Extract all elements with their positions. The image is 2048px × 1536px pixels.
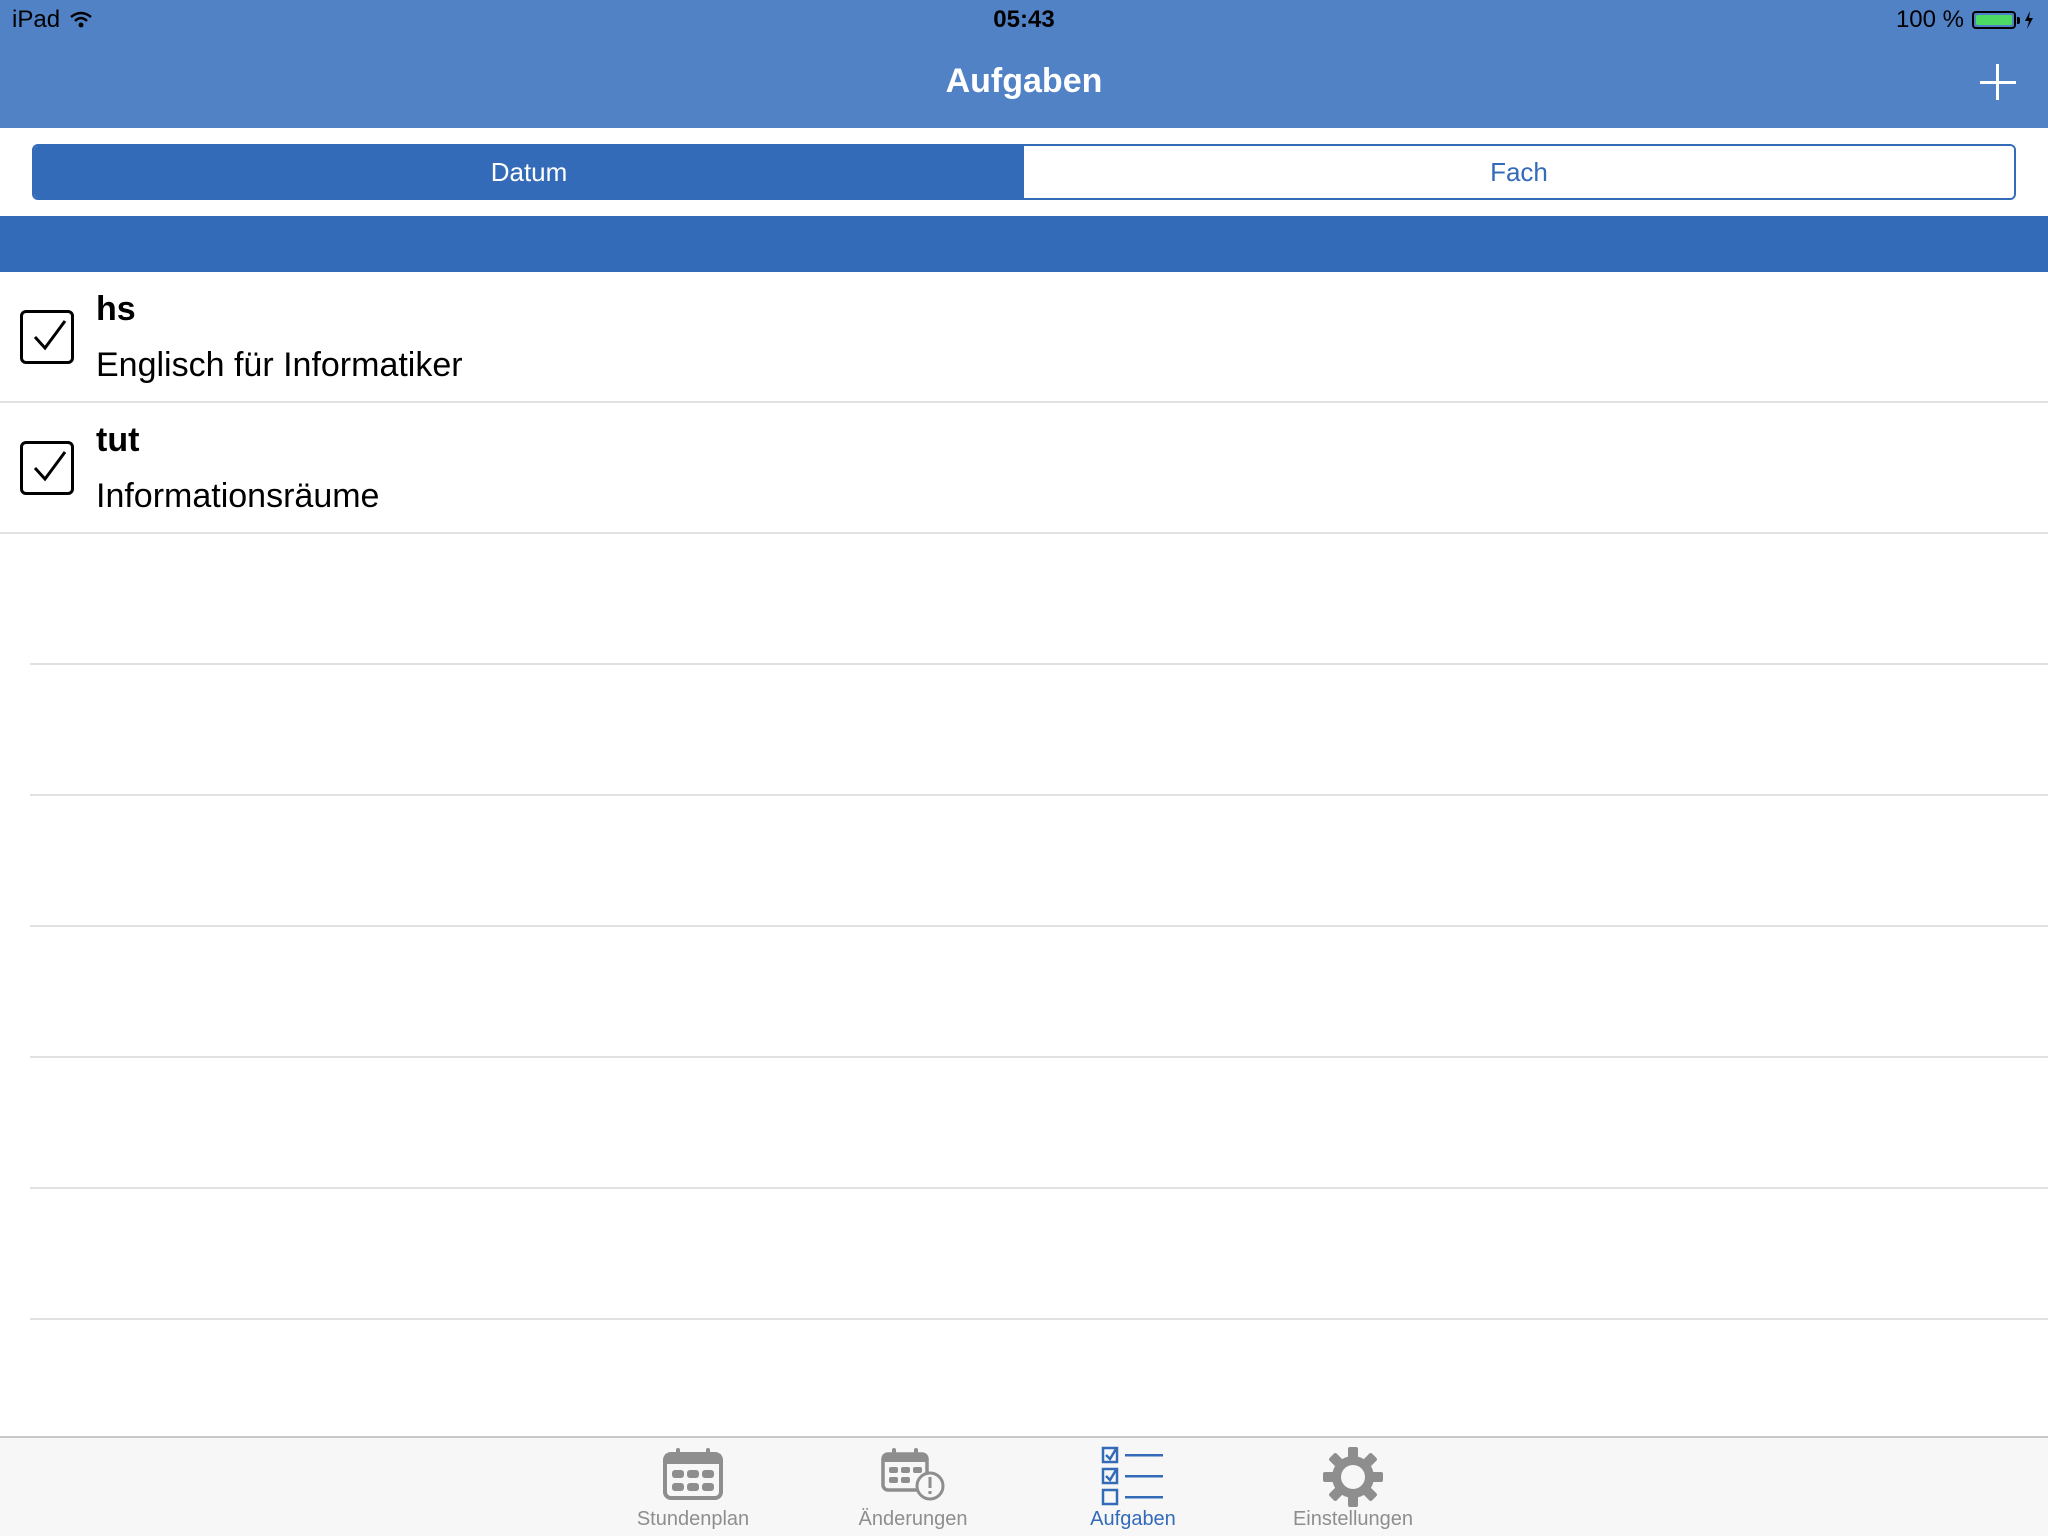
add-task-button[interactable]	[1974, 58, 2022, 106]
task-list: hs Englisch für Informatiker tut Informa…	[0, 272, 2048, 1320]
segment-datum[interactable]: Datum	[34, 146, 1024, 198]
task-subject: Englisch für Informatiker	[96, 346, 463, 384]
tab-stundenplan[interactable]: Stundenplan	[603, 1438, 783, 1536]
task-title: tut	[96, 421, 140, 459]
task-title: hs	[96, 290, 136, 328]
tab-label: Änderungen	[858, 1508, 968, 1530]
empty-row	[30, 927, 2048, 1058]
battery-level	[1976, 15, 2012, 25]
task-subject: Informationsräume	[96, 477, 380, 515]
empty-row	[30, 796, 2048, 927]
sort-segmented-control: Datum Fach	[32, 144, 2016, 200]
checklist-icon	[1101, 1446, 1163, 1506]
empty-row	[30, 1058, 2048, 1189]
segment-fach[interactable]: Fach	[1024, 146, 2014, 198]
charging-bolt-icon	[2025, 11, 2033, 29]
empty-row	[30, 534, 2048, 665]
section-header	[0, 216, 2048, 272]
tab-einstellungen[interactable]: Einstellungen	[1263, 1438, 1443, 1536]
tab-label: Stundenplan	[636, 1508, 750, 1530]
empty-row	[30, 1189, 2048, 1320]
tab-label: Aufgaben	[1090, 1508, 1176, 1530]
checkmark-icon	[33, 320, 67, 351]
status-bar-right: 100 %	[1896, 6, 2034, 34]
calendar-alert-icon	[881, 1448, 945, 1501]
tab-aufgaben[interactable]: Aufgaben	[1043, 1438, 1223, 1536]
status-time: 05:43	[993, 6, 1055, 33]
navigation-bar: iPad 05:43 100 % Aufgaben	[0, 0, 2048, 128]
gear-icon	[1323, 1447, 1383, 1507]
list-item[interactable]: hs Englisch für Informatiker	[0, 272, 2048, 403]
tab-label: Einstellungen	[1292, 1508, 1414, 1530]
checkbox-done[interactable]	[20, 441, 74, 495]
empty-row	[30, 665, 2048, 796]
battery-icon	[1972, 11, 2020, 29]
checkbox-done[interactable]	[20, 310, 74, 364]
checkmark-icon	[33, 451, 67, 482]
battery-percentage: 100 %	[1895, 6, 1964, 33]
calendar-icon	[663, 1448, 723, 1500]
list-item[interactable]: tut Informationsräume	[0, 403, 2048, 534]
tab-aenderungen[interactable]: Änderungen	[823, 1438, 1003, 1536]
page-title: Aufgaben	[945, 62, 1103, 100]
tab-bar: Stundenplan Änderungen Aufgaben Einstell…	[0, 1436, 2048, 1536]
